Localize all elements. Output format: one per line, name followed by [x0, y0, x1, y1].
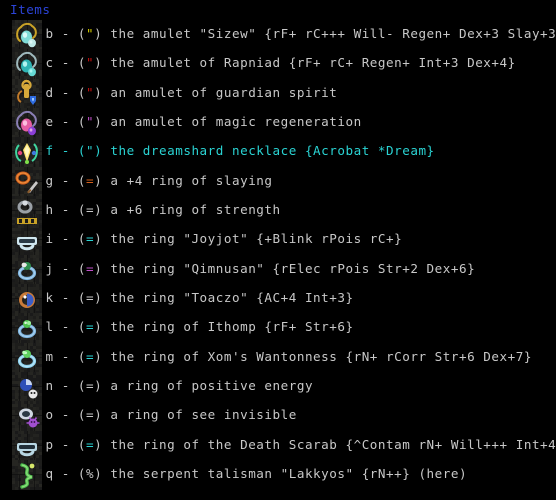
items-menu-screen: Items b - (") the amulet "Sizew" {rF+ rC… [0, 0, 556, 500]
item-description: ) the amulet "Sizew" {rF+ rC+++ Will- Re… [94, 26, 556, 41]
item-description: ) the ring of Xom's Wantonness {rN+ rCor… [94, 348, 532, 364]
page-title: Items [10, 2, 51, 17]
ring-toaczo-icon [12, 284, 42, 315]
item-description: ) the amulet of Rapniad {rF+ rC+ Regen+ … [94, 55, 516, 71]
item-line: c - (") the amulet of Rapniad {rF+ rC+ R… [46, 54, 516, 71]
item-letter-and-marker: k - ( [45, 290, 87, 306]
item-row[interactable]: p - (=) the ring of the Death Scarab {^C… [0, 430, 556, 461]
item-line: g - (=) a +4 ring of slaying [46, 172, 273, 189]
amulet-guardian-spirit-icon [12, 78, 42, 109]
item-letter-and-marker: l - ( [45, 319, 87, 335]
item-description: ) the ring "Qimnusan" {rElec rPois Str+2… [94, 260, 476, 276]
item-description: ) a +6 ring of strength [94, 202, 281, 218]
item-line: j - (=) the ring "Qimnusan" {rElec rPois… [46, 260, 476, 277]
item-row[interactable]: j - (=) the ring "Qimnusan" {rElec rPois… [0, 254, 556, 285]
item-row[interactable]: d - (") an amulet of guardian spirit [0, 78, 556, 109]
amulet-sizew-icon [12, 20, 42, 50]
ring-qimnusan-icon [12, 254, 42, 285]
ring-of-strength-icon [12, 196, 42, 227]
item-description: ) a ring of positive energy [94, 378, 314, 394]
item-glyph: " [86, 55, 95, 71]
item-glyph: = [86, 407, 95, 423]
item-line: b - (") the amulet "Sizew" {rF+ rC+++ Wi… [46, 25, 556, 42]
item-glyph: " [86, 143, 95, 159]
item-line: m - (=) the ring of Xom's Wantonness {rN… [46, 348, 532, 365]
item-letter-and-marker: q - ( [45, 466, 87, 482]
item-glyph: = [86, 202, 95, 218]
item-glyph: = [86, 378, 95, 394]
item-list: b - (") the amulet "Sizew" {rF+ rC+++ Wi… [0, 20, 556, 491]
item-row[interactable]: f - (") the dreamshard necklace {Acrobat… [0, 137, 556, 168]
item-line: o - (=) a ring of see invisible [46, 406, 297, 423]
item-glyph: = [86, 290, 95, 306]
ring-of-ithomp-icon [12, 313, 42, 344]
item-row[interactable]: q - (%) the serpent talisman "Lakkyos" {… [0, 460, 556, 491]
item-line: q - (%) the serpent talisman "Lakkyos" {… [46, 465, 468, 482]
item-letter-and-marker: g - ( [45, 172, 87, 188]
item-line: p - (=) the ring of the Death Scarab {^C… [46, 436, 556, 453]
item-description: ) the dreamshard necklace {Acrobat *Drea… [94, 143, 435, 159]
item-row[interactable]: n - (=) a ring of positive energy [0, 372, 556, 403]
item-description: ) the ring of the Death Scarab {^Contam … [94, 436, 556, 452]
item-letter-and-marker: h - ( [45, 202, 87, 218]
item-description: ) a ring of see invisible [94, 407, 297, 423]
item-line: f - (") the dreamshard necklace {Acrobat… [46, 142, 435, 159]
item-letter-and-marker: c - ( [45, 55, 87, 71]
item-line: l - (=) the ring of Ithomp {rF+ Str+6} [46, 318, 354, 335]
item-row[interactable]: k - (=) the ring "Toaczo" {AC+4 Int+3} [0, 284, 556, 315]
ring-of-xoms-wantonness-icon [12, 342, 42, 373]
item-letter-and-marker: e - ( [45, 114, 87, 130]
dreamshard-necklace-icon [12, 137, 42, 168]
item-letter-and-marker: b - ( [45, 26, 87, 41]
serpent-talisman-lakkyos-icon [12, 460, 42, 491]
item-glyph: % [86, 466, 95, 482]
item-row[interactable]: o - (=) a ring of see invisible [0, 401, 556, 432]
item-row[interactable]: e - (") an amulet of magic regeneration [0, 108, 556, 139]
item-glyph: " [86, 114, 95, 130]
item-row[interactable]: c - (") the amulet of Rapniad {rF+ rC+ R… [0, 49, 556, 80]
item-line: d - (") an amulet of guardian spirit [46, 84, 338, 101]
item-letter-and-marker: m - ( [45, 348, 87, 364]
item-row[interactable]: b - (") the amulet "Sizew" {rF+ rC+++ Wi… [0, 20, 556, 50]
item-description: ) a +4 ring of slaying [94, 172, 273, 188]
ring-joyjot-icon [12, 225, 42, 256]
item-glyph: " [86, 84, 95, 100]
ring-of-the-death-scarab-icon [12, 430, 42, 461]
item-description: ) the ring of Ithomp {rF+ Str+6} [94, 319, 354, 335]
item-glyph: = [86, 260, 95, 276]
item-row[interactable]: h - (=) a +6 ring of strength [0, 196, 556, 227]
item-description: ) an amulet of guardian spirit [94, 84, 338, 100]
item-letter-and-marker: o - ( [45, 407, 87, 423]
ring-of-see-invisible-icon [12, 401, 42, 432]
item-description: ) the ring "Joyjot" {+Blink rPois rC+} [94, 231, 403, 247]
item-letter-and-marker: n - ( [45, 378, 87, 394]
item-glyph: = [86, 348, 95, 364]
item-glyph: = [86, 319, 95, 335]
item-glyph: " [86, 26, 95, 41]
item-letter-and-marker: i - ( [45, 231, 87, 247]
item-line: n - (=) a ring of positive energy [46, 377, 314, 394]
item-glyph: = [86, 436, 95, 452]
item-letter-and-marker: p - ( [45, 436, 87, 452]
item-letter-and-marker: f - ( [45, 143, 87, 159]
item-description: ) the serpent talisman "Lakkyos" {rN++} … [94, 466, 468, 482]
item-row[interactable]: m - (=) the ring of Xom's Wantonness {rN… [0, 342, 556, 373]
amulet-magic-regeneration-icon [12, 108, 42, 139]
item-line: k - (=) the ring "Toaczo" {AC+4 Int+3} [46, 289, 354, 306]
amulet-rapniad-icon [12, 49, 42, 80]
item-description: ) the ring "Toaczo" {AC+4 Int+3} [94, 290, 354, 306]
item-line: i - (=) the ring "Joyjot" {+Blink rPois … [46, 230, 403, 247]
ring-of-slaying-icon [12, 166, 42, 197]
item-line: e - (") an amulet of magic regeneration [46, 113, 362, 130]
item-letter-and-marker: j - ( [45, 260, 87, 276]
item-glyph: = [86, 172, 95, 188]
item-letter-and-marker: d - ( [45, 84, 87, 100]
ring-of-positive-energy-icon [12, 372, 42, 403]
item-description: ) an amulet of magic regeneration [94, 114, 362, 130]
item-glyph: = [86, 231, 95, 247]
item-line: h - (=) a +6 ring of strength [46, 201, 281, 218]
item-row[interactable]: l - (=) the ring of Ithomp {rF+ Str+6} [0, 313, 556, 344]
item-row[interactable]: i - (=) the ring "Joyjot" {+Blink rPois … [0, 225, 556, 256]
item-row[interactable]: g - (=) a +4 ring of slaying [0, 166, 556, 197]
